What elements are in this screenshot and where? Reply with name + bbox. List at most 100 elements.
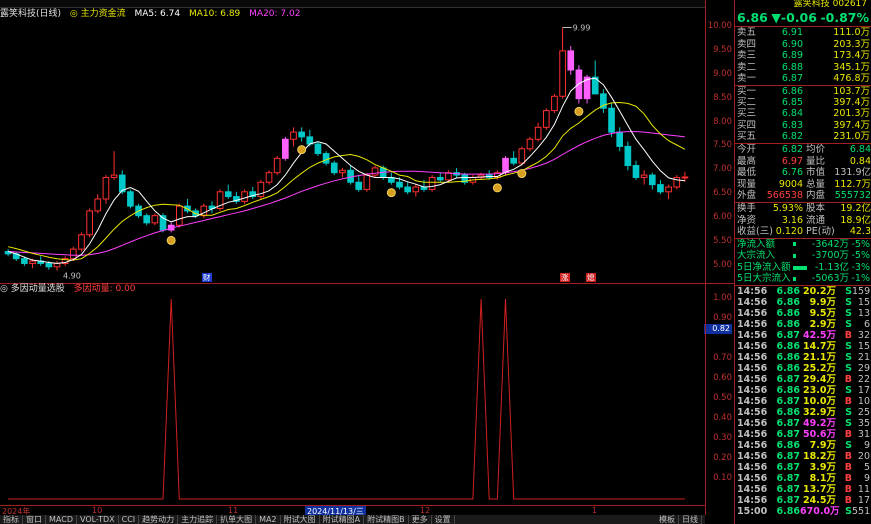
tab-7[interactable]: 扒单大图 — [217, 515, 257, 524]
tick-row: 14:56 6.86 9.9万 S 15 — [735, 297, 871, 308]
tick-row: 14:56 6.87 13.7万 B 11 — [735, 484, 871, 495]
tick-time: 14:56 — [737, 374, 768, 386]
price-tick: 7.00 — [713, 164, 732, 175]
current-value-box: 0.82 — [704, 324, 732, 334]
tick-volume: 2.9万 — [809, 319, 836, 331]
high-label: 9.99 — [573, 23, 591, 32]
book-row[interactable]: 买五 6.82 231.0万 — [735, 131, 871, 143]
tab-13[interactable]: 设置 — [431, 515, 455, 524]
tick-count: 551 — [852, 506, 871, 518]
ma20-label: MA20: 7.02 — [249, 9, 301, 19]
tick-row: 14:56 6.87 10.0万 B 10 — [735, 396, 871, 407]
tick-volume: 23.0万 — [803, 385, 836, 397]
stat-label: 最高 — [737, 155, 757, 167]
tab-2[interactable]: MACD — [46, 515, 77, 524]
candle-body — [412, 186, 420, 193]
tick-time: 14:56 — [737, 385, 768, 397]
book-row[interactable]: 买一 6.86 103.7万 — [735, 84, 871, 97]
candle-body — [330, 162, 338, 174]
candle-body — [428, 176, 436, 190]
flow-label: 大宗流入 — [737, 250, 776, 262]
book-row[interactable]: 卖二 6.88 345.1万 — [735, 62, 871, 74]
tick-time: 14:56 — [737, 286, 768, 298]
tick-time: 14:56 — [737, 429, 768, 441]
stat-row: 净资 3.16 流通 18.9亿 — [735, 215, 871, 227]
candle-body — [608, 107, 615, 133]
tick-side: S — [845, 319, 852, 331]
tick-price: 6.87 — [776, 429, 800, 441]
tab-4[interactable]: CCI — [118, 515, 140, 524]
tab-10[interactable]: 附试精图A — [319, 515, 365, 524]
stat-row: 现量 9004 总量 112.7万 — [735, 179, 871, 191]
tick-time: 14:56 — [737, 341, 768, 353]
tab-9[interactable]: 附试大图 — [280, 515, 320, 524]
tick-volume: 9.9万 — [809, 297, 836, 309]
tab-right-0[interactable]: 模板 — [656, 515, 679, 524]
price-pct: -0.87% — [820, 10, 869, 25]
book-price: 6.90 — [781, 38, 803, 50]
coin-marker-icon — [492, 183, 502, 193]
stats-block: 今开 6.82 均价 6.84 最高 6.97 量比 0.84 最低 6.76 市值 131.9亿 现量… — [735, 142, 871, 202]
book-row[interactable]: 卖三 6.89 173.4万 — [735, 50, 871, 62]
tick-price: 6.87 — [776, 396, 800, 408]
candle-body — [127, 191, 134, 207]
tab-0[interactable]: 指标 — [0, 515, 23, 524]
tick-row: 14:56 6.87 24.5万 B 17 — [735, 495, 871, 506]
momentum-tick: 0.30 — [713, 433, 732, 443]
tick-volume: 9.5万 — [809, 308, 836, 320]
momentum-tick: 0.70 — [713, 353, 732, 363]
sub-title[interactable]: ◎ 多因动量选股 — [0, 284, 65, 294]
tab-12[interactable]: 更多 — [408, 515, 432, 524]
tick-count: 25 — [857, 407, 870, 419]
tab-right-1[interactable]: 日线 — [679, 515, 702, 524]
tab-3[interactable]: VOL-TDX — [76, 515, 119, 524]
tick-row: 14:56 6.87 3.9万 B 5 — [735, 462, 871, 473]
momentum-chart[interactable] — [0, 295, 705, 505]
tab-8[interactable]: MA2 — [256, 515, 281, 524]
stock-name-code: 露笑科技 002617 — [793, 0, 867, 9]
tick-volume: 10.0万 — [803, 396, 836, 408]
tick-volume: 7.9万 — [809, 440, 836, 452]
indicator-name[interactable]: ◎ 主力资金流 — [70, 9, 126, 19]
book-row[interactable]: 卖一 6.87 476.8万 — [735, 73, 871, 85]
flow-bar-fill — [793, 265, 807, 270]
candle-body — [176, 205, 183, 226]
tick-time: 14:56 — [737, 451, 768, 463]
tab-11[interactable]: 附试精图B — [364, 515, 409, 524]
book-row[interactable]: 卖五 6.91 111.0万 — [735, 27, 871, 39]
tab-1[interactable]: 窗口 — [23, 515, 46, 524]
tick-row: 14:56 6.87 50.6万 B 31 — [735, 429, 871, 440]
book-row[interactable]: 买四 6.83 397.4万 — [735, 120, 871, 132]
candle-body — [624, 145, 632, 167]
flow-label: 5日大宗流入 — [737, 273, 791, 285]
tick-row: 14:56 6.87 42.5万 B 32 — [735, 330, 871, 341]
book-row[interactable]: 买三 6.84 201.3万 — [735, 108, 871, 120]
book-row[interactable]: 买二 6.85 397.4万 — [735, 97, 871, 109]
book-row[interactable]: 卖四 6.90 203.3万 — [735, 39, 871, 51]
flow-pct: -5% — [851, 250, 871, 262]
price-tick: 6.50 — [713, 188, 732, 199]
coin-marker-icon — [386, 188, 396, 198]
tick-price: 6.87 — [776, 330, 800, 342]
tick-side: S — [845, 418, 852, 430]
candlestick-chart[interactable]: 9.99 4.90 财 涨 熄 — [0, 21, 705, 283]
sub-indicator: 多因动量: 0.00 — [73, 284, 136, 294]
tick-time: 14:56 — [737, 418, 768, 430]
tick-row: 14:56 6.86 14.7万 S 15 — [735, 341, 871, 352]
tick-count: 17 — [857, 385, 870, 397]
tick-list[interactable]: 14:56 6.86 20.2万 S 159 14:56 6.86 9.9万 S 15 14:56 6… — [735, 285, 871, 517]
tick-side: S — [845, 297, 852, 309]
top-toolbar[interactable] — [0, 0, 705, 8]
candle-body — [21, 258, 28, 264]
stats-block-2: 换手 5.93% 股本 19.2亿 净资 3.16 流通 18.9亿 收益(三) 0.120 PE(… — [735, 201, 871, 238]
candle-body — [526, 138, 534, 150]
event-marker-label: 财 — [203, 272, 211, 282]
book-volume: 476.8万 — [833, 73, 870, 85]
flow-label: 净流入额 — [737, 238, 776, 250]
momentum-tick: 0.90 — [713, 313, 732, 323]
tab-6[interactable]: 主力追踪 — [178, 515, 218, 524]
flow-value: -3642万 — [811, 238, 849, 250]
candle-body — [632, 165, 640, 178]
candle-body — [355, 181, 363, 190]
tab-5[interactable]: 趋势动力 — [139, 515, 179, 524]
